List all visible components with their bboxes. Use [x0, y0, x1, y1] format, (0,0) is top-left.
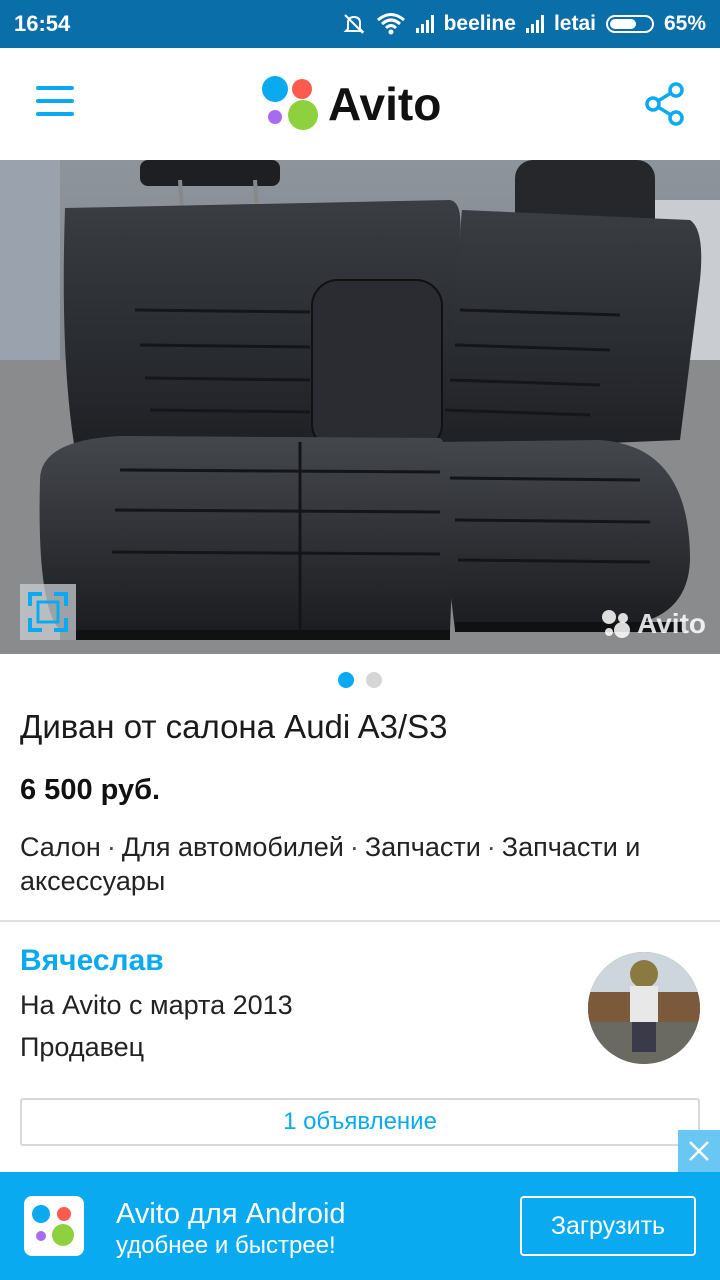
pager-dot-active[interactable]	[338, 672, 354, 688]
category-link[interactable]: Для автомобилей	[122, 832, 344, 862]
category-link[interactable]: Салон	[20, 832, 101, 862]
wifi-icon	[376, 13, 405, 35]
app-header: Avito	[0, 48, 720, 160]
mute-bell-icon	[343, 14, 364, 34]
listing-categories: Салон · Для автомобилей · Запчасти · Запчасти …	[20, 830, 700, 898]
car-seat-image	[0, 160, 720, 654]
seller-avatar[interactable]	[588, 952, 700, 1064]
seller-ads-button[interactable]: 1 объявление	[20, 1098, 700, 1146]
avito-logo[interactable]: Avito	[262, 76, 441, 132]
listing-title: Диван от салона Audi A3/S3	[20, 708, 448, 745]
signal-icon	[415, 15, 434, 33]
listing-price: 6 500 руб.	[20, 774, 161, 806]
category-separator: ·	[349, 832, 359, 862]
pager-dot[interactable]	[366, 672, 382, 688]
banner-subtitle: удобнее и быстрее!	[116, 1232, 336, 1259]
status-bar: 16:54 beeline letai 65%	[0, 0, 720, 48]
close-icon[interactable]	[678, 1130, 720, 1172]
signal-icon-2	[525, 15, 544, 33]
fullscreen-icon[interactable]	[20, 584, 76, 640]
share-icon[interactable]	[644, 82, 686, 126]
seller-role: Продавец	[20, 1032, 145, 1062]
avito-app-icon	[24, 1196, 84, 1256]
watermark-logo-icon	[602, 610, 631, 638]
category-separator: ·	[106, 832, 116, 862]
status-icons: beeline letai 65%	[342, 12, 706, 36]
seller-name[interactable]: Вячеслав	[20, 944, 164, 978]
battery-percent: 65%	[663, 12, 706, 35]
logo-dots-icon	[262, 76, 320, 132]
section-divider	[0, 920, 720, 922]
category-separator: ·	[486, 832, 496, 862]
seller-since: На Avito с марта 2013	[20, 990, 293, 1020]
gallery-pager	[0, 672, 720, 688]
hamburger-menu-icon[interactable]	[36, 86, 74, 120]
download-button[interactable]: Загрузить	[520, 1196, 696, 1256]
banner-title: Avito для Android	[116, 1198, 346, 1230]
logo-text: Avito	[328, 78, 442, 130]
watermark-text: Avito	[637, 608, 706, 639]
app-download-banner: Avito для Android удобнее и быстрее! Заг…	[0, 1172, 720, 1280]
category-link[interactable]: Запчасти	[365, 832, 481, 862]
carrier-1: beeline	[443, 12, 516, 35]
listing-photo[interactable]: Avito	[0, 160, 720, 654]
status-time: 16:54	[14, 11, 71, 36]
carrier-2: letai	[553, 12, 596, 35]
photo-watermark: Avito	[601, 608, 706, 640]
battery-icon	[605, 15, 654, 33]
